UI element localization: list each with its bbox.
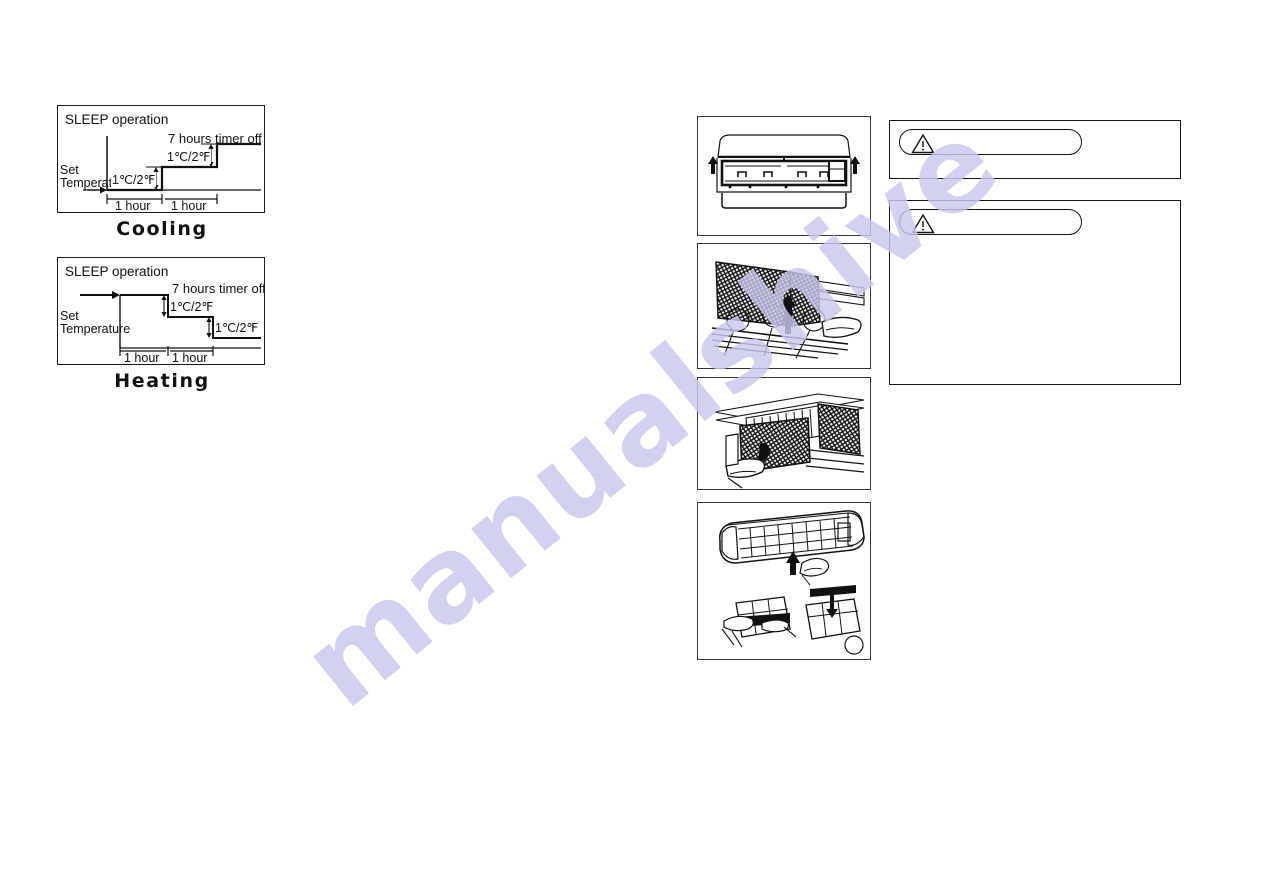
remove-filter-drawing [713,393,865,489]
caution-1-pill [899,129,1082,155]
cooling-duration2-label: 1 hour [171,199,207,213]
heating-step2-temp-label: 1℃/2℉ [214,320,260,335]
cooling-sleep-operation-label: SLEEP operation [65,112,169,127]
heating-step1-temp-label: 1℃/2℉ [169,299,215,314]
heating-duration2-label: 1 hour [172,351,208,365]
cooling-timer-off-label: 7 hours timer off [168,131,262,146]
heating-sleep-operation-label: SLEEP operation [65,264,169,279]
cooling-step2-temp-label: 1℃/2℉ [166,149,212,164]
cooling-duration1-label: 1 hour [115,199,151,213]
manual-page: manualshive SLEEP operation 7 hours time… [0,0,1263,893]
reinstall-filter-drawing [719,510,865,655]
heating-sleep-chart-card: SLEEP operation 7 hours timer off Set Te… [57,257,267,392]
heating-axis-label-line2: Temperature [60,322,131,336]
heating-chart-title: Heating [114,370,210,392]
cooling-step1-temp-label: 1℃/2℉ [111,172,157,187]
page-marker-circle [844,635,864,655]
release-filter-drawing [711,261,865,359]
cooling-sleep-chart-card: SLEEP operation 7 hours timer off Set Te… [57,105,267,240]
heating-duration1-label: 1 hour [124,351,160,365]
caution-2-pill [899,209,1082,235]
caution-box-1 [889,120,1181,179]
warning-triangle-icon [911,133,935,154]
illustration-reinstall-filter [697,502,871,660]
heating-timer-off-label: 7 hours timer off [172,281,265,296]
illustration-open-front-panel [697,116,871,236]
cooling-chart-box: SLEEP operation 7 hours timer off Set Te… [57,105,265,213]
open-front-panel-drawing [708,134,860,209]
caution-box-2 [889,200,1181,385]
warning-triangle-icon [911,213,935,234]
heating-chart-box: SLEEP operation 7 hours timer off Set Te… [57,257,265,365]
watermark-text: manualshive [278,93,1024,734]
illustration-release-filter [697,243,871,369]
cooling-chart-title: Cooling [116,218,208,240]
illustration-remove-filter [697,377,871,490]
